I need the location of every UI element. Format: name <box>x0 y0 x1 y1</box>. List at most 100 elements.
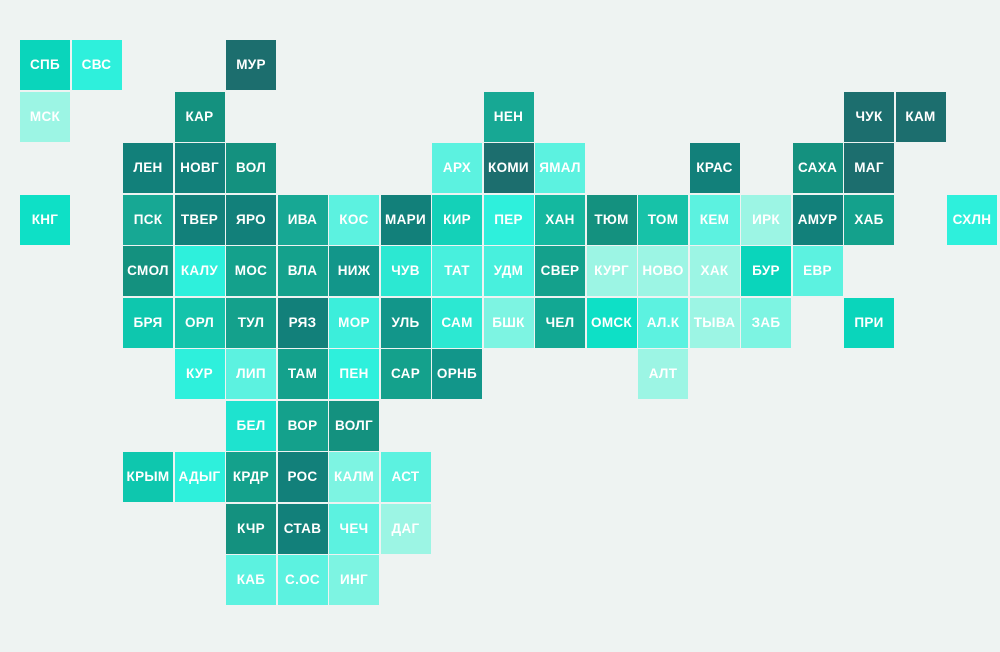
region-tile[interactable]: МАГ <box>844 143 894 193</box>
region-tile[interactable]: КАБ <box>226 555 276 605</box>
region-tile[interactable]: УДМ <box>483 246 534 296</box>
region-tile[interactable]: ОРЛ <box>174 297 225 348</box>
region-tile[interactable]: ЧЕЛ <box>535 297 585 348</box>
region-tile[interactable]: РОС <box>277 452 328 502</box>
region-tile[interactable]: СПБ <box>20 40 70 90</box>
region-tile[interactable]: АДЫГ <box>174 452 225 502</box>
region-tile[interactable]: БШК <box>483 297 534 348</box>
region-tile[interactable]: САР <box>380 349 431 399</box>
region-tile[interactable]: БУР <box>741 246 791 296</box>
region-tile[interactable]: КЧР <box>226 503 276 554</box>
region-tile[interactable]: ЯМАЛ <box>535 143 585 193</box>
region-tile[interactable]: ИВА <box>277 194 328 245</box>
region-tile[interactable]: КУРГ <box>586 246 637 296</box>
region-tile-label: КРЫМ <box>126 469 170 485</box>
region-tile[interactable]: ХАН <box>535 194 585 245</box>
region-tile[interactable]: ЕВР <box>792 246 843 296</box>
region-tile[interactable]: ХАК <box>689 246 740 296</box>
region-tile[interactable]: ВЛА <box>277 246 328 296</box>
region-tile-label: АМУР <box>797 211 838 227</box>
region-tile[interactable]: ВОР <box>277 400 328 451</box>
region-tile[interactable]: АМУР <box>792 194 843 245</box>
region-tile[interactable]: ТАТ <box>432 246 482 296</box>
region-tile[interactable]: СВЕР <box>535 246 585 296</box>
region-tile[interactable]: СМОЛ <box>123 246 173 296</box>
region-tile[interactable]: КАМ <box>895 91 946 142</box>
region-tile[interactable]: ТЮМ <box>586 194 637 245</box>
region-tile-label: ТУЛ <box>237 314 265 330</box>
region-tile[interactable]: СВС <box>71 40 122 90</box>
region-tile[interactable]: ЛИП <box>226 349 276 399</box>
region-tile[interactable]: САХА <box>792 143 843 193</box>
region-tile[interactable]: КАЛМ <box>329 452 379 502</box>
region-tile[interactable]: С.ОС <box>277 555 328 605</box>
region-tile[interactable]: КНГ <box>20 194 70 245</box>
region-tile[interactable]: ОМСК <box>586 297 637 348</box>
region-tile[interactable]: ХАБ <box>844 194 894 245</box>
region-tile[interactable]: ИНГ <box>329 555 379 605</box>
region-tile[interactable]: БЕЛ <box>226 400 276 451</box>
region-tile[interactable]: ПСК <box>123 194 173 245</box>
region-tile-label: РОС <box>287 469 318 485</box>
region-tile[interactable]: МОС <box>226 246 276 296</box>
region-tile[interactable]: ТОМ <box>638 194 688 245</box>
region-tile[interactable]: МУР <box>226 40 276 90</box>
region-tile[interactable]: КАР <box>174 91 225 142</box>
region-tile[interactable]: ЛЕН <box>123 143 173 193</box>
region-tile[interactable]: КАЛУ <box>174 246 225 296</box>
region-tile[interactable]: ТАМ <box>277 349 328 399</box>
region-tile[interactable]: ТЫВА <box>689 297 740 348</box>
region-tile[interactable]: МСК <box>20 91 70 142</box>
region-tile[interactable]: ЧЕЧ <box>329 503 379 554</box>
region-tile[interactable]: СТАВ <box>277 503 328 554</box>
region-tile[interactable]: КИР <box>432 194 482 245</box>
region-tile[interactable]: БРЯ <box>123 297 173 348</box>
region-tile-label: НЕН <box>493 108 524 124</box>
region-tile[interactable]: КРЫМ <box>123 452 173 502</box>
region-tile[interactable]: КРДР <box>226 452 276 502</box>
region-tile[interactable]: РЯЗ <box>277 297 328 348</box>
region-tile[interactable]: КОС <box>329 194 379 245</box>
region-tile[interactable]: АЛТ <box>638 349 688 399</box>
region-tile-label: КРДР <box>232 469 270 485</box>
region-tile[interactable]: ЧУК <box>844 91 894 142</box>
region-tile[interactable]: КЕМ <box>689 194 740 245</box>
region-tile[interactable]: ПРИ <box>844 297 894 348</box>
region-tile[interactable]: ЯРО <box>226 194 276 245</box>
region-tile[interactable]: КОМИ <box>483 143 534 193</box>
region-tile[interactable]: МАРИ <box>380 194 431 245</box>
region-tile[interactable]: НОВГ <box>174 143 225 193</box>
region-tile[interactable]: НИЖ <box>329 246 379 296</box>
region-tile-label: НОВГ <box>180 160 219 176</box>
region-tile[interactable]: АЛ.К <box>638 297 688 348</box>
region-tile[interactable]: КРАС <box>689 143 740 193</box>
region-tile-label: РЯЗ <box>288 314 317 330</box>
region-tile[interactable]: ПЕР <box>483 194 534 245</box>
region-tile[interactable]: ВОЛ <box>226 143 276 193</box>
region-tile-label: ВЛА <box>287 263 318 279</box>
region-tile[interactable]: НЕН <box>483 91 534 142</box>
region-tile[interactable]: ПЕН <box>329 349 379 399</box>
region-tile[interactable]: МОР <box>329 297 379 348</box>
region-tile[interactable]: КУР <box>174 349 225 399</box>
region-tile[interactable]: АСТ <box>380 452 431 502</box>
region-tile[interactable]: ИРК <box>741 194 791 245</box>
region-tile[interactable]: ВОЛГ <box>329 400 379 451</box>
region-tile[interactable]: ОРНБ <box>432 349 482 399</box>
region-tile-label: ЛЕН <box>133 160 163 176</box>
region-tile-label: КЧР <box>237 520 265 536</box>
region-tile[interactable]: ТВЕР <box>174 194 225 245</box>
region-tile[interactable]: УЛЬ <box>380 297 431 348</box>
region-tile-label: СВС <box>81 57 112 73</box>
region-tile[interactable]: НОВО <box>638 246 688 296</box>
region-tile[interactable]: АРХ <box>432 143 482 193</box>
region-tile[interactable]: ТУЛ <box>226 297 276 348</box>
region-tile-label: ОРНБ <box>436 366 478 382</box>
region-tile[interactable]: ЗАБ <box>741 297 791 348</box>
region-tile-label: СПБ <box>29 57 61 73</box>
region-tile[interactable]: ДАГ <box>380 503 431 554</box>
region-tile[interactable]: САМ <box>432 297 482 348</box>
region-tile[interactable]: ЧУВ <box>380 246 431 296</box>
region-tile[interactable]: СХЛН <box>947 194 997 245</box>
region-tile-label: ПСК <box>133 211 163 227</box>
